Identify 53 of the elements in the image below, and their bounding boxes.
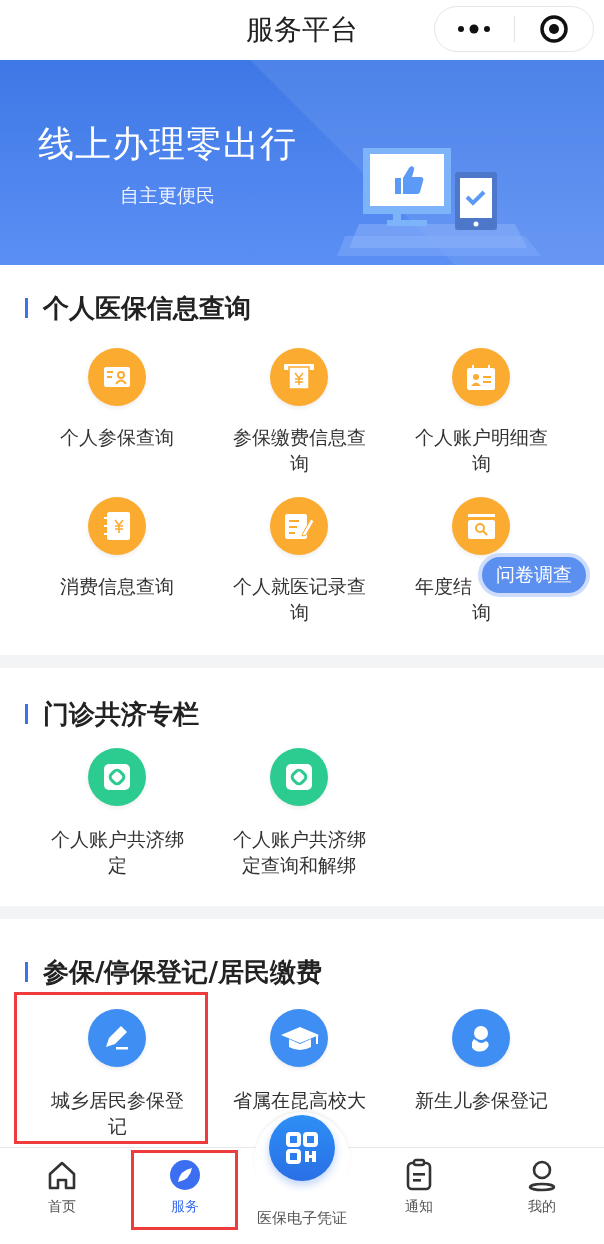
link-card-icon [103,763,131,791]
service-label[interactable]: 个人账户共济绑 [232,828,366,850]
service-label[interactable]: 年度结 [414,575,472,597]
notebook-icon [103,511,131,541]
service-icon-button[interactable] [270,1009,328,1067]
service-icon-button[interactable] [88,1009,146,1067]
service-label[interactable]: 参保缴费信息查 [232,426,366,448]
banner-subtitle: 自主更便民 [120,183,215,208]
service-label[interactable]: 个人就医记录查 [232,575,366,597]
service-label[interactable]: 定 [107,854,127,876]
service-label[interactable]: 询 [471,601,491,623]
banner-title: 线上办理零出行 [38,122,297,166]
nav-tab[interactable]: 我的 [480,1148,604,1244]
compass-icon [167,1158,202,1192]
service-icon-button[interactable] [452,1009,510,1067]
qr-code-icon [284,1130,320,1166]
service-label[interactable]: 记 [107,1115,127,1137]
section-title: 门诊共济专栏 [43,697,199,731]
nav-tab[interactable]: 服务 [123,1148,247,1244]
nav-tab[interactable]: 首页 [0,1148,124,1244]
service-label[interactable]: 个人账户明细查 [414,426,548,448]
service-label[interactable]: 询 [289,452,309,474]
tab-label[interactable]: 医保电子凭证 [257,1209,347,1228]
service-icon-button[interactable] [270,748,328,806]
section-title: 个人医保信息查询 [43,291,251,325]
graduation-cap-icon [279,1026,319,1050]
more-icon [456,24,493,34]
target-icon [538,14,569,44]
nav-tab[interactable]: 通知 [357,1148,481,1244]
service-icon-button[interactable] [452,348,510,406]
service-icon-button[interactable] [88,497,146,555]
payment-slip-icon [283,363,315,391]
service-icon-button[interactable] [452,497,510,555]
service-label[interactable]: 新生儿参保登记 [414,1089,548,1111]
service-icon-button[interactable] [270,497,328,555]
search-card-icon [466,512,496,540]
pencil-icon [105,1025,129,1051]
service-icon-button[interactable] [270,348,328,406]
section-title: 参保/停保登记/居民缴费 [43,955,322,989]
service-label[interactable]: 省属在昆高校大 [232,1089,366,1111]
service-icon-button[interactable] [88,748,146,806]
service-label[interactable]: 询 [289,601,309,623]
service-label[interactable]: 城乡居民参保登 [50,1089,184,1111]
service-label[interactable]: 消费信息查询 [60,575,174,597]
service-label[interactable]: 个人参保查询 [60,426,174,448]
service-label[interactable]: 询 [471,452,491,474]
edit-document-icon [283,512,315,540]
service-icon-button[interactable] [88,348,146,406]
page-title: 服务平台 [246,12,358,48]
link-card-icon [285,763,313,791]
service-label[interactable]: 定查询和解绑 [242,854,356,876]
contact-card-icon [466,363,496,391]
service-label[interactable]: 个人账户共济绑 [50,828,184,850]
